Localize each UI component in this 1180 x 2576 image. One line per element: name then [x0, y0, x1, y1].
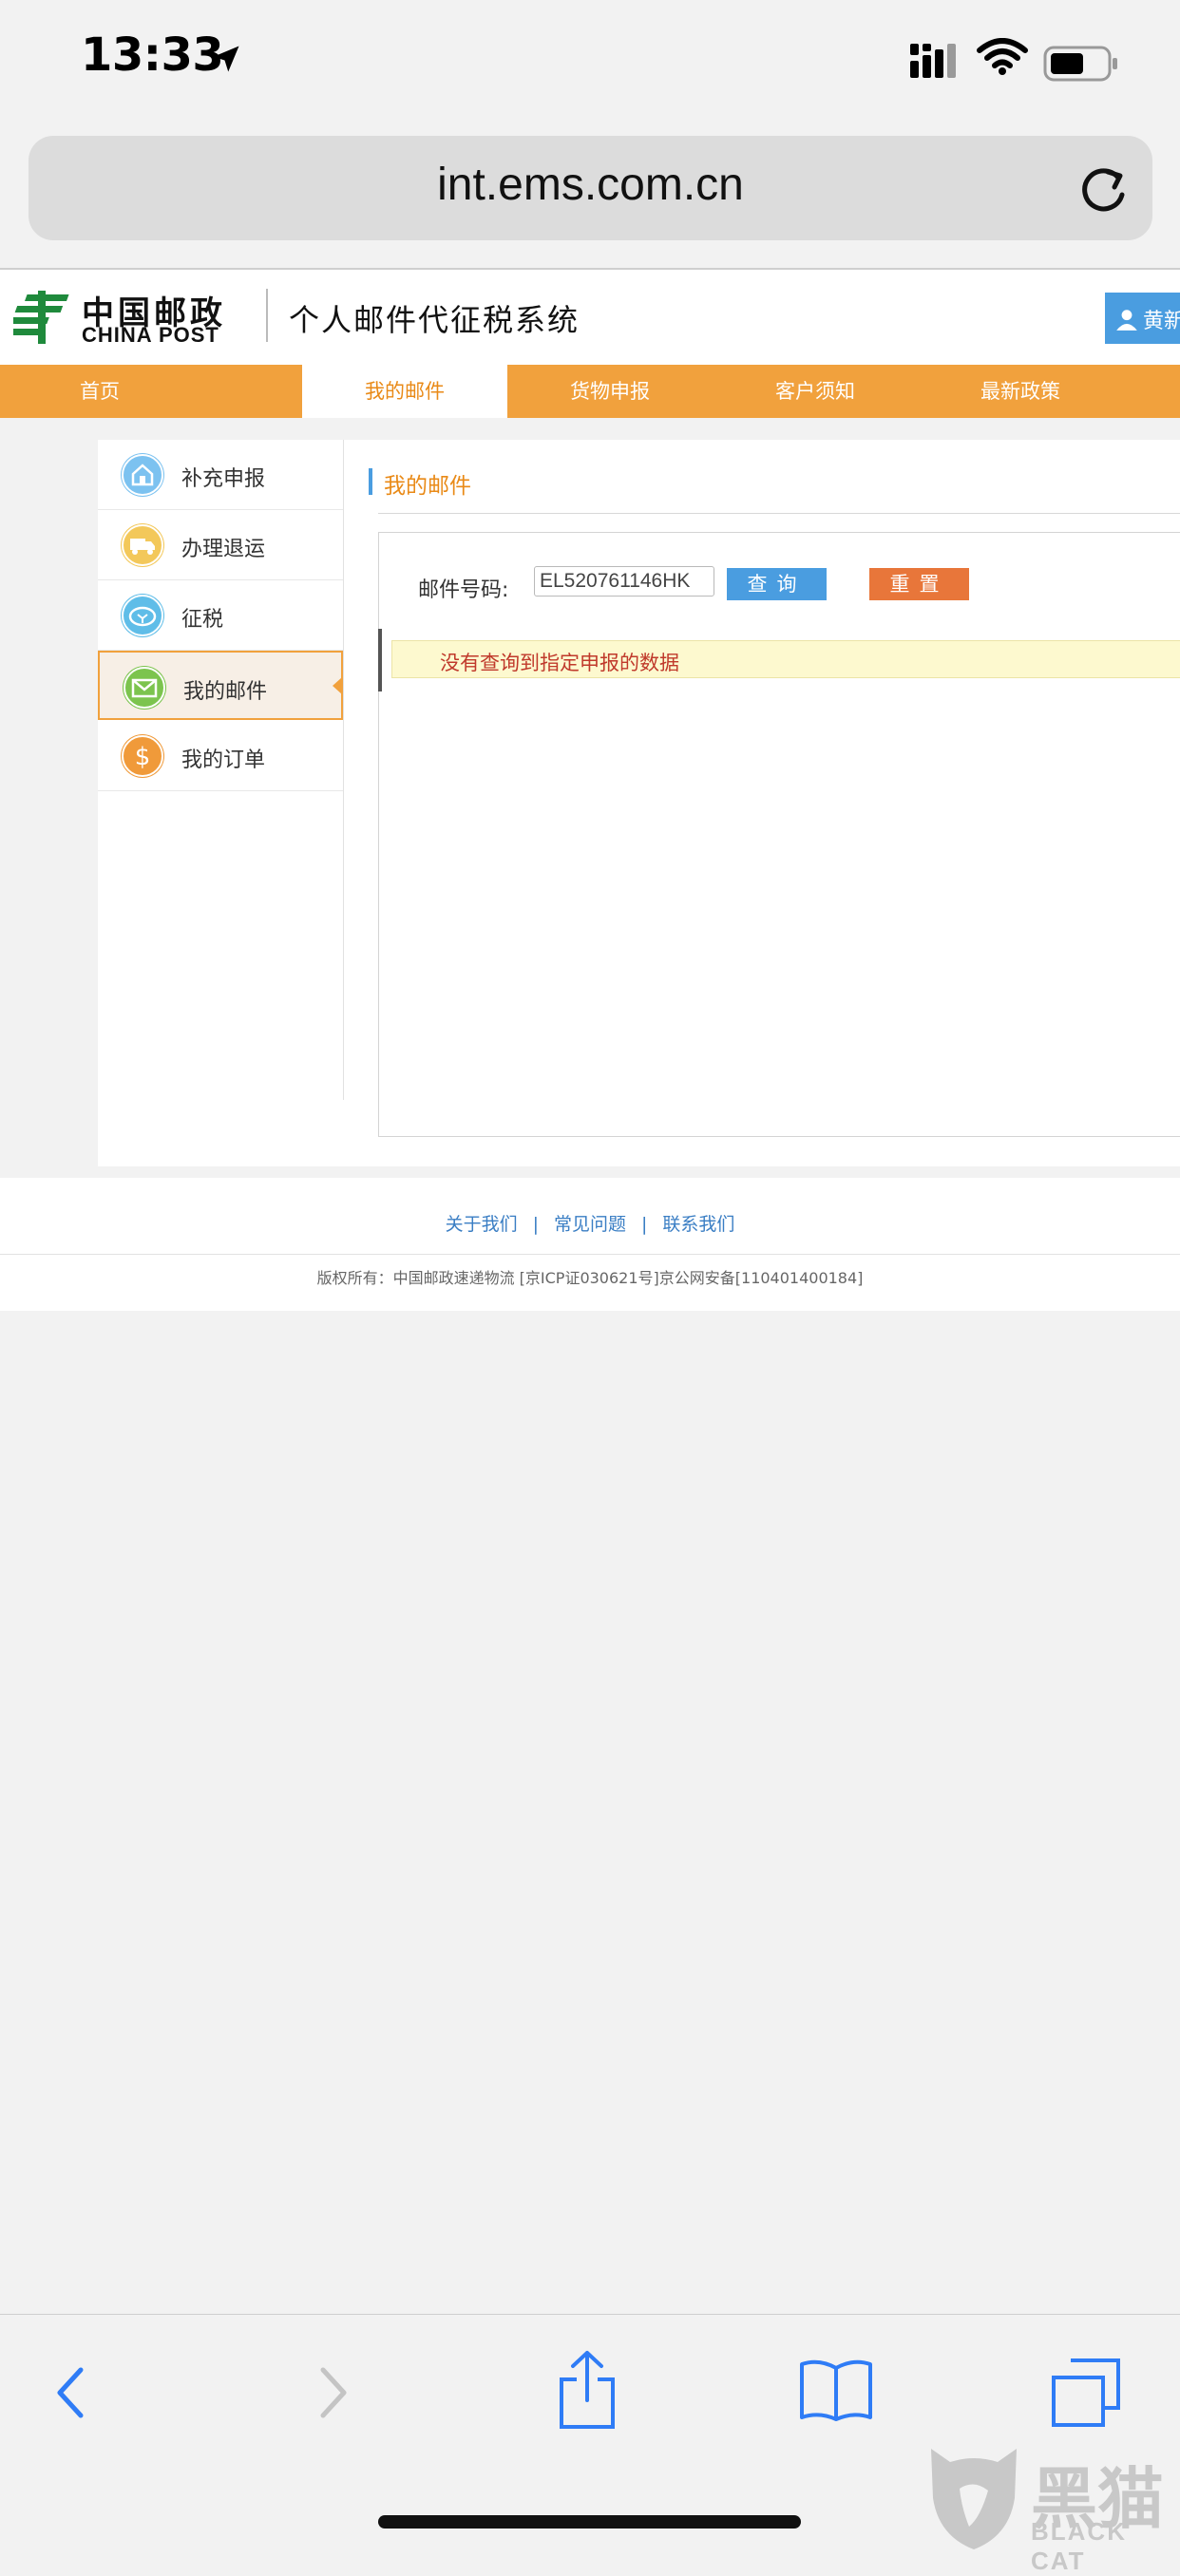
notice-marker: [378, 629, 382, 691]
wifi-icon: [977, 38, 1028, 75]
active-indicator-arrow: [333, 677, 342, 694]
nav-item-my-mail[interactable]: 我的邮件: [302, 365, 507, 418]
svg-text:$: $: [135, 743, 151, 771]
user-menu[interactable]: 黄新: [1105, 293, 1180, 344]
envelope-icon: [123, 666, 166, 710]
nav-item-goods-declaration[interactable]: 货物申报: [507, 365, 713, 418]
location-arrow-icon: [213, 46, 239, 72]
sidebar-item-return-shipment[interactable]: 办理退运: [98, 510, 343, 580]
reset-button[interactable]: 重置: [869, 568, 969, 600]
footer-links: 关于我们 | 常见问题 | 联系我们: [0, 1210, 1180, 1236]
sidebar-item-label: 我的订单: [181, 748, 266, 772]
tracking-number-label: 邮件号码:: [418, 578, 509, 602]
notice-text: 没有查询到指定申报的数据: [440, 652, 679, 674]
site-footer: 关于我们 | 常见问题 | 联系我们 版权所有：中国邮政速递物流 [京ICP证03062…: [0, 1178, 1180, 1311]
cellular-signal-icon: [910, 44, 956, 78]
nav-item-home[interactable]: 首页: [0, 365, 200, 418]
query-button[interactable]: 查询: [727, 568, 827, 600]
query-form-box: [378, 532, 1180, 1137]
battery-icon: [1043, 46, 1117, 82]
copyright-text: 版权所有：中国邮政速递物流 [京ICP证030621号]京公网安备[110401…: [316, 1269, 864, 1287]
header-divider: [266, 289, 268, 342]
home-indicator[interactable]: [378, 2515, 801, 2529]
back-icon[interactable]: [52, 2362, 90, 2423]
black-cat-watermark-icon: [931, 2449, 1017, 2549]
no-data-notice: 没有查询到指定申报的数据: [391, 640, 1180, 678]
sidebar-item-supplementary-declaration[interactable]: 补充申报: [98, 440, 343, 510]
logo-english-text: CHINA POST: [82, 323, 219, 347]
nav-item-customer-notice[interactable]: 客户须知: [713, 365, 918, 418]
dollar-icon: $: [121, 734, 164, 778]
user-icon: [1116, 310, 1137, 331]
section-divider: [378, 513, 1180, 514]
truck-icon: [121, 523, 164, 567]
footer-separator: |: [641, 1214, 648, 1235]
sidebar-item-label: 征税: [181, 608, 224, 632]
sidebar-item-my-mail[interactable]: 我的邮件: [98, 651, 343, 720]
main-nav: 首页 我的邮件 货物申报 客户须知 最新政策: [0, 365, 1180, 418]
footer-link-contact[interactable]: 联系我们: [662, 1214, 734, 1235]
share-icon[interactable]: [556, 2349, 619, 2431]
sidebar-item-label: 办理退运: [181, 538, 266, 561]
system-title: 个人邮件代征税系统: [289, 302, 580, 338]
china-post-logo-icon: [13, 291, 69, 344]
url-text[interactable]: int.ems.com.cn: [29, 159, 1152, 211]
tabs-icon[interactable]: [1050, 2357, 1122, 2429]
nav-item-latest-policy[interactable]: 最新政策: [918, 365, 1123, 418]
reload-icon[interactable]: [1076, 161, 1130, 218]
sidebar: 补充申报 办理退运 征税 我的邮件 $ 我的订单: [98, 440, 344, 1100]
building-icon: [121, 453, 164, 497]
user-name[interactable]: 黄新: [1143, 304, 1180, 334]
footer-link-faq[interactable]: 常见问题: [554, 1214, 626, 1235]
footer-link-about[interactable]: 关于我们: [446, 1214, 518, 1235]
tax-icon: [121, 594, 164, 637]
watermark-text-en: BLACK CAT: [1031, 2517, 1127, 2575]
sidebar-item-tax[interactable]: 征税: [98, 580, 343, 651]
forward-icon[interactable]: [314, 2362, 352, 2423]
tracking-number-input[interactable]: EL520761146HK: [534, 566, 714, 597]
section-title: 我的邮件: [384, 474, 471, 499]
site-header: 中国邮政 CHINA POST 个人邮件代征税系统 黄新: [0, 270, 1180, 365]
footer-divider: [0, 1254, 1180, 1255]
sidebar-item-my-orders[interactable]: $ 我的订单: [98, 721, 343, 791]
section-title-marker: [369, 468, 372, 495]
sidebar-item-label: 补充申报: [181, 467, 266, 491]
bookmarks-icon[interactable]: [798, 2357, 874, 2423]
address-bar[interactable]: int.ems.com.cn: [29, 136, 1152, 240]
status-time: 13:33: [81, 28, 224, 82]
sidebar-item-label: 我的邮件: [183, 680, 268, 704]
footer-separator: |: [532, 1214, 539, 1235]
status-bar: 13:33: [0, 0, 1180, 128]
